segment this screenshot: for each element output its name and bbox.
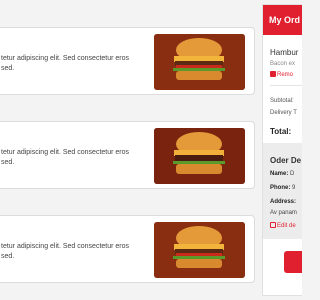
- burger-image: [154, 222, 245, 278]
- burger-image: [154, 34, 245, 90]
- address-row: Address:: [270, 199, 296, 205]
- product-card[interactable]: tetur adipiscing elit. Sed consectetur e…: [0, 121, 255, 189]
- order-panel: My Ord Hambur Bacon ex Remo Subtotal: De…: [262, 4, 302, 296]
- subtotal-label: Subtotal:: [270, 98, 294, 104]
- product-list: tetur adipiscing elit. Sed consectetur e…: [0, 0, 256, 300]
- order-details-title: Oder De: [270, 156, 302, 165]
- edit-details-button[interactable]: Edit de: [270, 222, 296, 229]
- edit-icon: [270, 222, 276, 228]
- product-description: tetur adipiscing elit. Sed consectetur e…: [1, 243, 130, 260]
- order-details-section: Oder De Name: D Phone: 9 Address: Av pan…: [263, 143, 302, 239]
- edit-label: Edit de: [277, 223, 296, 229]
- remove-label: Remo: [277, 72, 294, 78]
- phone-row: Phone: 9: [270, 185, 295, 191]
- product-description: tetur adipiscing elit. Sed consectetur e…: [1, 55, 130, 72]
- total-label: Total:: [270, 127, 292, 136]
- order-item-subtitle: Bacon ex: [270, 61, 296, 67]
- name-label: Name:: [270, 171, 289, 177]
- address-label: Address:: [270, 199, 297, 205]
- phone-value: 9: [292, 185, 296, 191]
- product-card[interactable]: tetur adipiscing elit. Sed consectetur e…: [0, 215, 255, 283]
- phone-label: Phone:: [270, 185, 291, 191]
- name-value: D: [290, 171, 295, 177]
- name-row: Name: D: [270, 171, 294, 177]
- order-item-name: Hambur: [270, 48, 299, 57]
- trash-icon: [270, 71, 276, 77]
- remove-item-button[interactable]: Remo: [270, 71, 293, 78]
- burger-image: [154, 128, 245, 184]
- product-card[interactable]: tetur adipiscing elit. Sed consectetur e…: [0, 27, 255, 95]
- checkout-button[interactable]: [284, 251, 302, 273]
- divider: [270, 85, 302, 86]
- delivery-label: Delivery T: [270, 110, 297, 116]
- product-description: tetur adipiscing elit. Sed consectetur e…: [1, 149, 130, 166]
- address-value: Av panam: [270, 210, 297, 216]
- order-panel-title: My Ord: [263, 5, 302, 35]
